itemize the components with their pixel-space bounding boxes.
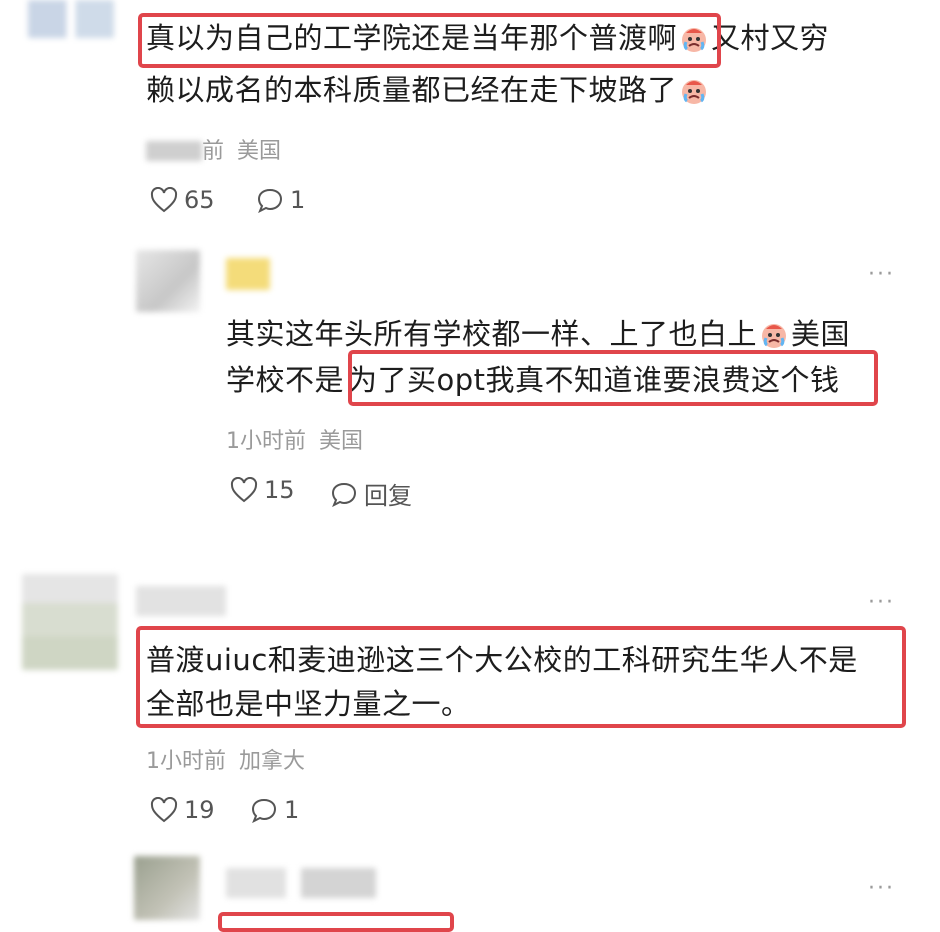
timestamp: 前 <box>202 139 225 164</box>
blurred-time <box>146 141 202 161</box>
highlight-box <box>218 912 454 932</box>
comment-1-line-2: 赖以成名的本科质量都已经在走下坡路了 <box>146 68 711 112</box>
like-count: 15 <box>264 476 295 504</box>
region-label: 加拿大 <box>239 749 306 774</box>
like-button[interactable]: 19 <box>150 796 215 824</box>
heart-icon <box>150 187 178 213</box>
comment-text: 学校不是 <box>226 363 345 397</box>
comment-1-meta: 前 美国 <box>146 133 281 165</box>
avatar-blurred[interactable] <box>136 250 200 312</box>
comment-icon <box>331 482 357 507</box>
comment-text: 又村又穷 <box>711 21 830 55</box>
like-count: 65 <box>184 186 215 214</box>
highlight-box <box>348 350 878 406</box>
username-blurred <box>226 868 376 898</box>
username-blurred <box>226 258 270 290</box>
reply-button[interactable]: 1 <box>250 796 299 824</box>
reply-label: 回复 <box>364 482 412 510</box>
comment-2-meta: 1小时前 美国 <box>226 423 363 455</box>
reply-button[interactable]: 回复 <box>330 476 412 511</box>
more-icon[interactable]: ··· <box>868 590 895 615</box>
reply-count: 1 <box>290 186 306 214</box>
heart-icon <box>150 797 178 823</box>
like-button[interactable]: 15 <box>230 476 295 504</box>
timestamp: 1小时前 <box>146 749 226 774</box>
comment-icon <box>257 188 283 213</box>
comment-text: 赖以成名的本科质量都已经在走下坡路了 <box>146 73 678 107</box>
comment-icon <box>251 798 277 823</box>
avatar-blurred[interactable] <box>22 574 118 670</box>
crying-emoji-icon <box>762 324 787 348</box>
crying-emoji-icon <box>682 80 707 104</box>
region-label: 美国 <box>237 139 282 164</box>
highlight-box <box>138 13 721 68</box>
like-count: 19 <box>184 796 215 824</box>
highlight-box <box>136 626 906 728</box>
avatar-blurred[interactable] <box>28 0 114 38</box>
avatar-blurred[interactable] <box>134 856 200 920</box>
comment-3-meta: 1小时前 加拿大 <box>146 743 305 775</box>
more-icon[interactable]: ··· <box>868 876 895 901</box>
comment-text: 其实这年头所有学校都一样、上了也白上 <box>226 317 758 351</box>
username-blurred <box>136 586 226 616</box>
timestamp: 1小时前 <box>226 429 306 454</box>
reply-button[interactable]: 1 <box>256 186 305 214</box>
comment-text: 美国 <box>791 317 851 351</box>
reply-count: 1 <box>284 796 300 824</box>
more-icon[interactable]: ··· <box>868 262 895 287</box>
heart-icon <box>230 477 258 503</box>
like-button[interactable]: 65 <box>150 186 215 214</box>
region-label: 美国 <box>319 429 364 454</box>
